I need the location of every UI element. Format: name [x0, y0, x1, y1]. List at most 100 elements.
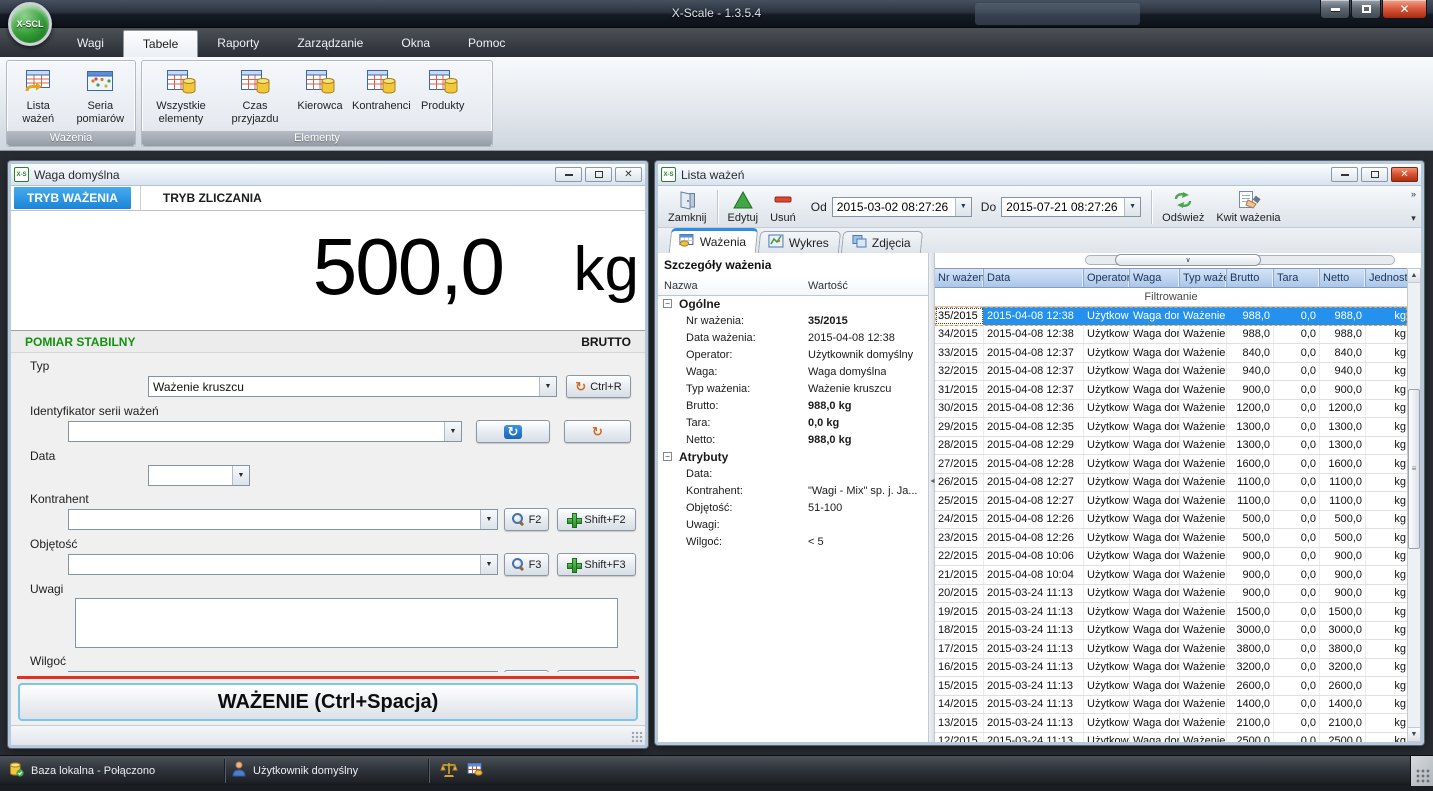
seria-reload-button[interactable]: ↻	[476, 420, 550, 443]
grid-row[interactable]: 30/20152015-04-08 12:36Użytkownik domyśl…	[935, 400, 1407, 419]
grid-column-header[interactable]: Nr ważenia	[935, 269, 984, 287]
ribbon-button-kontrahenci[interactable]: Kontrahenci	[348, 63, 415, 133]
grid-column-header[interactable]: Jednostka	[1366, 269, 1407, 287]
main-titlebar[interactable]: X-Scale - 1.3.5.4 ✕	[0, 0, 1433, 28]
grid-column-header[interactable]: Brutto	[1227, 269, 1274, 287]
details-grid-splitter[interactable]: ◄	[928, 253, 935, 742]
details-item-row[interactable]: Nr ważenia:35/2015	[658, 313, 928, 330]
chevron-down-icon[interactable]: ▼	[955, 198, 971, 216]
resize-grip[interactable]	[631, 731, 643, 743]
details-item-row[interactable]: Operator:Użytkownik domyślny	[658, 347, 928, 364]
wilgoc-combobox[interactable]: ▼	[68, 671, 498, 672]
chevron-down-icon[interactable]: ▼	[232, 466, 249, 485]
scrollbar-thumb[interactable]: ≡	[1408, 389, 1420, 549]
grid-row[interactable]: 13/20152015-03-24 11:13Użytkownik domyśl…	[935, 714, 1407, 733]
close-button[interactable]: ✕	[1391, 167, 1418, 182]
weighings-table-icon[interactable]	[467, 762, 483, 779]
grid-row[interactable]: 21/20152015-04-08 10:04Użytkownik domyśl…	[935, 566, 1407, 585]
objetosc-add-button[interactable]: Shift+F3	[557, 553, 636, 576]
toolbar-overflow[interactable]: » ▾	[1407, 187, 1420, 226]
ribbon-tab-zarządzanie[interactable]: Zarządzanie	[278, 30, 382, 57]
restore-button[interactable]	[1361, 167, 1388, 182]
chevron-down-icon[interactable]: ▼	[539, 377, 556, 396]
grid-row[interactable]: 33/20152015-04-08 12:37Użytkownik domyśl…	[935, 344, 1407, 363]
grid-row[interactable]: 16/20152015-03-24 11:13Użytkownik domyśl…	[935, 659, 1407, 678]
tab-counting-mode[interactable]: TRYB ZLICZANIA	[140, 186, 275, 210]
ribbon-tab-pomoc[interactable]: Pomoc	[449, 30, 524, 57]
grid-row[interactable]: 32/20152015-04-08 12:37Użytkownik domyśl…	[935, 363, 1407, 382]
details-item-row[interactable]: Data:	[658, 466, 928, 483]
grid-row[interactable]: 14/20152015-03-24 11:13Użytkownik domyśl…	[935, 696, 1407, 715]
wilgoc-add-button[interactable]: Shift+F4	[557, 670, 636, 672]
details-item-row[interactable]: Kontrahent:"Wagi - Mix" sp. j. Ja...	[658, 483, 928, 500]
grid-row[interactable]: 28/20152015-04-08 12:29Użytkownik domyśl…	[935, 437, 1407, 456]
objetosc-find-button[interactable]: F3	[504, 553, 549, 576]
minimize-button[interactable]	[555, 167, 582, 182]
edit-button[interactable]: Edytuj	[722, 187, 765, 227]
grid-row[interactable]: 24/20152015-04-08 12:26Użytkownik domyśl…	[935, 511, 1407, 530]
kontrahent-add-button[interactable]: Shift+F2	[557, 508, 636, 531]
ribbon-button-produkty[interactable]: Produkty	[415, 63, 471, 133]
date-to-picker[interactable]: 2015-07-21 08:27:26 ▼	[1001, 197, 1141, 217]
scale-window-titlebar[interactable]: X-S Waga domyślna ✕	[11, 164, 645, 186]
grid-top-scrollbar-thumb[interactable]: ∨	[1115, 254, 1261, 266]
typ-combobox[interactable]: Ważenie kruszcu ▼	[148, 376, 557, 397]
grid-row[interactable]: 35/20152015-04-08 12:38Użytkownik domyśl…	[935, 307, 1407, 326]
minimize-button[interactable]	[1320, 0, 1350, 19]
grid-row[interactable]: 15/20152015-03-24 11:13Użytkownik domyśl…	[935, 677, 1407, 696]
grid-filter-row[interactable]: Filtrowanie	[935, 288, 1407, 307]
tab-weighing-mode[interactable]: TRYB WAŻENIA	[14, 187, 131, 209]
close-button[interactable]: ✕	[1382, 0, 1427, 19]
details-item-row[interactable]: Waga:Waga domyślna	[658, 364, 928, 381]
ribbon-tab-okna[interactable]: Okna	[382, 30, 449, 57]
list-window-titlebar[interactable]: X-S Lista ważeń ✕	[658, 164, 1421, 186]
weighing-receipt-button[interactable]: Kwit ważenia	[1210, 187, 1286, 227]
ribbon-button-lista-wazen[interactable]: Lista ważeń	[9, 63, 68, 133]
seria-sync-button[interactable]: ↻	[564, 420, 631, 443]
ribbon-button-kierowca[interactable]: Kierowca	[292, 63, 348, 133]
grid-row[interactable]: 17/20152015-03-24 11:13Użytkownik domyśl…	[935, 640, 1407, 659]
scroll-down-button[interactable]: ▼	[1408, 727, 1420, 741]
grid-row[interactable]: 34/20152015-04-08 12:38Użytkownik domyśl…	[935, 326, 1407, 345]
typ-refresh-button[interactable]: ↻ Ctrl+R	[566, 375, 631, 398]
weigh-button[interactable]: WAŻENIE (Ctrl+Spacja)	[18, 683, 638, 721]
close-button[interactable]: ✕	[615, 167, 642, 182]
scale-balance-icon[interactable]	[440, 761, 458, 780]
grid-column-header[interactable]: Netto	[1320, 269, 1366, 287]
date-from-picker[interactable]: 2015-03-02 08:27:26 ▼	[832, 197, 972, 217]
details-item-row[interactable]: Typ ważenia:Ważenie kruszcu	[658, 381, 928, 398]
details-item-row[interactable]: Wilgoć:< 5	[658, 534, 928, 551]
grid-vertical-scrollbar[interactable]: ▲ ≡ ▼	[1407, 268, 1421, 742]
kontrahent-combobox[interactable]: ▼	[68, 509, 498, 530]
tab-zdjecia[interactable]: Zdjęcia	[841, 231, 923, 253]
details-item-row[interactable]: Data ważenia:2015-04-08 12:38	[658, 330, 928, 347]
grid-row[interactable]: 18/20152015-03-24 11:13Użytkownik domyśl…	[935, 622, 1407, 641]
grid-column-header[interactable]: Tara	[1274, 269, 1320, 287]
grid-column-header[interactable]: Operator	[1084, 269, 1130, 287]
grid-row[interactable]: 22/20152015-04-08 10:06Użytkownik domyśl…	[935, 548, 1407, 567]
grid-row[interactable]: 25/20152015-04-08 12:27Użytkownik domyśl…	[935, 492, 1407, 511]
chevron-down-icon[interactable]: ▼	[1124, 198, 1140, 216]
grid-row[interactable]: 27/20152015-04-08 12:28Użytkownik domyśl…	[935, 455, 1407, 474]
restore-button[interactable]	[585, 167, 612, 182]
grid-column-header[interactable]: Waga	[1130, 269, 1180, 287]
kontrahent-find-button[interactable]: F2	[504, 508, 549, 531]
grid-row[interactable]: 12/20152015-03-24 11:13Użytkownik domyśl…	[935, 733, 1407, 743]
chevron-down-icon[interactable]: ▼	[444, 422, 461, 441]
refresh-button[interactable]: Odśwież	[1156, 187, 1210, 227]
ribbon-button-czas-przyjazdu[interactable]: Czas przyjazdu	[218, 63, 292, 133]
details-item-row[interactable]: Objętość:51-100	[658, 500, 928, 517]
chevron-down-icon[interactable]: ▼	[480, 510, 497, 529]
grid-row[interactable]: 19/20152015-03-24 11:13Użytkownik domyśl…	[935, 603, 1407, 622]
ribbon-button-seria-pomiarow[interactable]: Seria pomiarów	[68, 63, 133, 133]
minimize-button[interactable]	[1331, 167, 1358, 182]
collapse-expander-icon[interactable]: −	[663, 299, 672, 308]
grid-column-header[interactable]: Typ ważenia	[1180, 269, 1227, 287]
details-item-row[interactable]: Brutto:988,0 kg	[658, 398, 928, 415]
maximize-button[interactable]	[1351, 0, 1381, 19]
tab-wykres[interactable]: Wykres	[758, 231, 841, 253]
close-list-button[interactable]: Zamknij	[662, 187, 713, 227]
data-combobox[interactable]: ▼	[148, 465, 250, 486]
ribbon-button-wszystkie-elementy[interactable]: Wszystkie elementy	[144, 63, 218, 133]
chevron-down-icon[interactable]: ▼	[480, 555, 497, 574]
